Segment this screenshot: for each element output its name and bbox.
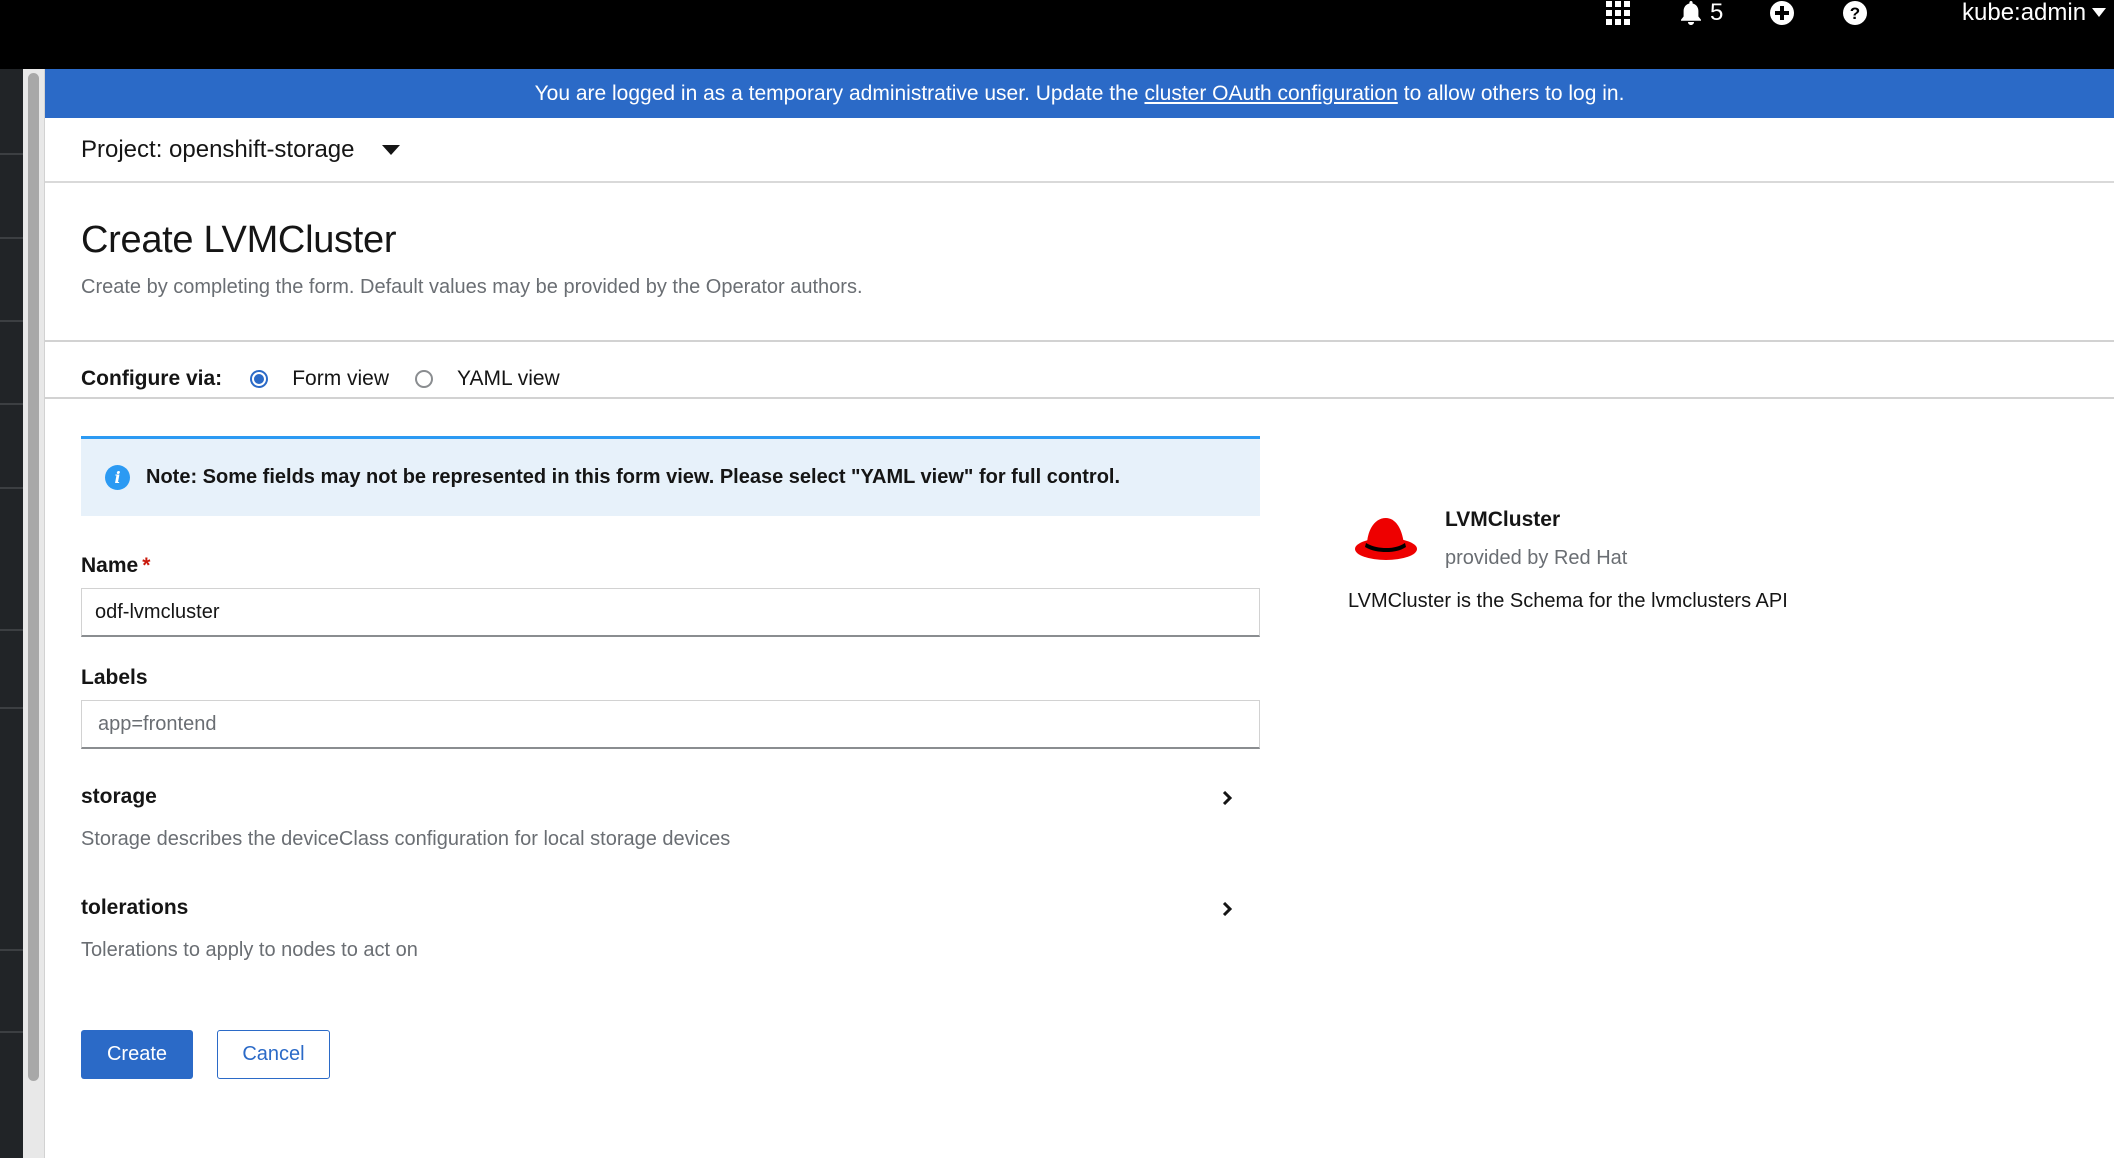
name-label: Name * <box>81 554 150 578</box>
configure-via: Configure via: Form view YAML view <box>81 357 586 401</box>
info-alert: i Note: Some fields may not be represent… <box>81 436 1260 516</box>
operator-description: LVMCluster is the Schema for the lvmclus… <box>1348 590 1788 612</box>
vertical-scrollbar[interactable] <box>23 69 45 1158</box>
storage-description: Storage describes the deviceClass config… <box>81 828 731 850</box>
chevron-right-icon[interactable] <box>1220 902 1234 916</box>
tolerations-description: Tolerations to apply to nodes to act on <box>81 939 418 961</box>
form-view-label[interactable]: Form view <box>292 367 389 391</box>
configure-via-label: Configure via: <box>81 367 223 390</box>
labels-field[interactable]: app=frontend <box>81 700 1260 749</box>
alert-text: Note: Some fields may not be represented… <box>146 466 1121 488</box>
page-header: Create LVMCluster Create by completing t… <box>81 219 863 299</box>
required-marker: * <box>142 554 151 577</box>
operator-title: LVMCluster <box>1445 508 1561 531</box>
yaml-view-radio[interactable] <box>415 370 434 388</box>
name-field[interactable]: odf-lvmcluster <box>81 588 1260 637</box>
masthead: 5 ? kube:admin <box>0 0 2114 69</box>
create-button[interactable]: Create <box>81 1030 193 1079</box>
notifications-button[interactable]: 5 <box>1680 0 1723 26</box>
page-subtitle: Create by completing the form. Default v… <box>81 276 863 298</box>
plus-circle-icon[interactable] <box>1770 0 1794 26</box>
oauth-config-link[interactable]: cluster OAuth configuration <box>1144 82 1397 106</box>
notification-count: 5 <box>1710 0 1724 26</box>
info-circle-icon: i <box>105 465 130 490</box>
divider <box>45 397 2114 399</box>
svg-text:?: ? <box>1850 4 1860 23</box>
project-label: Project: openshift-storage <box>81 135 355 163</box>
chevron-right-icon[interactable] <box>1220 791 1234 805</box>
cancel-button[interactable]: Cancel <box>217 1030 330 1079</box>
caret-down-icon <box>2092 8 2107 17</box>
project-selector[interactable]: Project: openshift-storage <box>45 118 2114 183</box>
bell-icon <box>1681 1 1701 25</box>
question-circle-icon[interactable]: ? <box>1843 0 1867 26</box>
redhat-hat-icon <box>1355 518 1417 560</box>
user-name: kube:admin <box>1962 0 2087 26</box>
name-field-value: odf-lvmcluster <box>95 600 220 623</box>
labels-label-text: Labels <box>81 666 148 689</box>
form-view-radio[interactable] <box>250 370 269 388</box>
operator-provider: provided by Red Hat <box>1445 547 1628 569</box>
divider <box>45 340 2114 342</box>
user-menu[interactable]: kube:admin <box>1962 0 2107 26</box>
main-content: You are logged in as a temporary adminis… <box>45 69 2114 1158</box>
name-label-text: Name <box>81 554 139 577</box>
tolerations-section-toggle[interactable]: tolerations <box>81 896 188 920</box>
banner-text-after: to allow others to log in. <box>1403 81 1625 105</box>
scrollbar-thumb[interactable] <box>28 73 39 1081</box>
labels-label: Labels <box>81 666 148 690</box>
nav-rail <box>0 69 23 1158</box>
grid-icon[interactable] <box>1606 0 1630 26</box>
storage-section-toggle[interactable]: storage <box>81 785 157 809</box>
yaml-view-label[interactable]: YAML view <box>457 367 560 391</box>
page-title: Create LVMCluster <box>81 219 397 261</box>
banner-text-before: You are logged in as a temporary adminis… <box>534 81 1139 105</box>
caret-down-icon <box>382 144 401 155</box>
cluster-banner: You are logged in as a temporary adminis… <box>45 69 2114 118</box>
labels-field-placeholder: app=frontend <box>98 712 217 735</box>
